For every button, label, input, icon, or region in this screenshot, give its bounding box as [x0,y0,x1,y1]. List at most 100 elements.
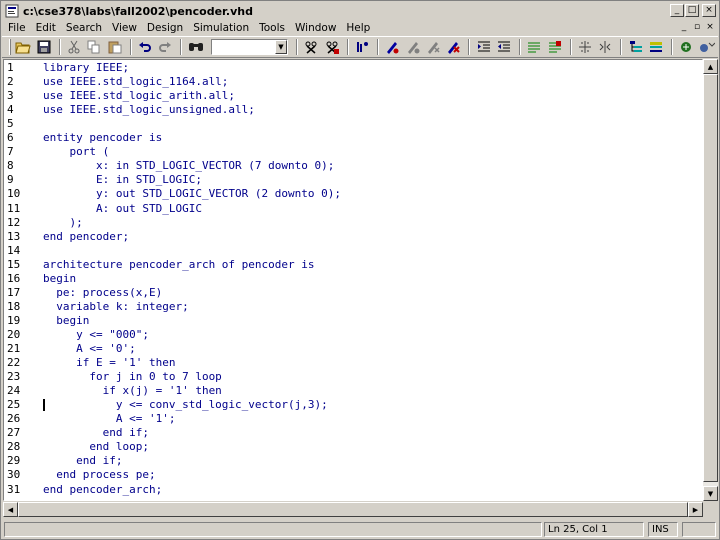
scroll-right-button[interactable]: ▶ [688,502,703,517]
menu-edit[interactable]: Edit [31,22,61,34]
code-line[interactable]: A <= '1'; [43,412,176,426]
code-line[interactable]: y <= "000"; [43,328,149,342]
status-bar: Ln 25, Col 1 INS [2,519,718,539]
compile-icon[interactable] [302,38,320,56]
code-line[interactable]: ); [43,216,82,230]
line-number: 1 [7,61,14,74]
maximize-button[interactable]: □ [685,4,699,17]
uncomment-icon[interactable] [545,38,563,56]
vertical-scroll-thumb[interactable] [703,74,718,482]
code-line[interactable]: use IEEE.std_logic_unsigned.all; [43,103,255,117]
cut-icon[interactable] [65,38,83,56]
toolbar-grip[interactable] [9,39,11,55]
outdent-icon[interactable] [495,38,513,56]
menu-search[interactable]: Search [61,22,107,34]
editor-window: c:\cse378\labs\fall2002\pencoder.vhd _ □… [0,0,720,540]
doc-restore-button[interactable]: ▫ [691,21,703,33]
run-icon[interactable] [677,38,695,56]
redo-icon[interactable] [156,38,174,56]
menu-file[interactable]: File [2,22,31,34]
code-line[interactable]: y <= conv_std_logic_vector(j,3); [43,398,328,412]
chevron-down-icon[interactable]: ▼ [274,40,287,54]
line-number: 10 [7,187,21,201]
save-icon[interactable] [34,38,52,56]
line-number: 27 [7,426,21,440]
code-line[interactable]: pe: process(x,E) [43,286,162,300]
code-line[interactable]: if E = '1' then [43,356,175,370]
code-line[interactable]: begin [43,272,76,286]
waveform-icon[interactable] [647,38,665,56]
menu-simulation[interactable]: Simulation [188,22,254,34]
menu-tools[interactable]: Tools [254,22,290,34]
step-icon[interactable] [697,38,715,56]
find-icon[interactable] [186,38,204,56]
doc-minimize-button[interactable]: _ [678,21,690,33]
code-line[interactable]: entity pencoder is [43,131,162,145]
merge-icon[interactable] [596,38,614,56]
undo-icon[interactable] [136,38,154,56]
scroll-up-button[interactable]: ▲ [703,59,718,74]
clear-breakpoint-icon[interactable] [424,38,442,56]
line-number: 19 [7,313,21,327]
vertical-scrollbar[interactable]: ▲ ▼ [703,59,718,501]
open-icon[interactable] [14,38,32,56]
code-line[interactable]: end process pe; [43,468,155,482]
code-line[interactable]: use IEEE.std_logic_1164.all; [43,75,228,89]
scroll-left-button[interactable]: ◀ [3,502,18,517]
code-line[interactable]: end pencoder_arch; [43,483,162,497]
scroll-down-button[interactable]: ▼ [703,486,718,501]
code-line[interactable]: end pencoder; [43,230,129,244]
search-combo[interactable]: ▼ [210,39,288,55]
paste-icon[interactable] [105,38,123,56]
code-line[interactable]: E: in STD_LOGIC; [43,173,202,187]
code-line[interactable]: end if; [43,454,122,468]
split-icon[interactable] [576,38,594,56]
line-number: 24 [7,384,21,398]
hierarchy-icon[interactable] [626,38,644,56]
code-line[interactable]: end if; [43,426,149,440]
analyze-icon[interactable] [353,38,371,56]
code-line[interactable]: for j in 0 to 7 loop [43,370,221,384]
code-line[interactable]: x: in STD_LOGIC_VECTOR (7 downto 0); [43,159,334,173]
line-number: 4 [7,103,14,117]
code-line[interactable]: end loop; [43,440,149,454]
line-number: 29 [7,454,21,468]
toggle-breakpoint-icon[interactable] [403,38,421,56]
status-extra-panel [682,522,716,537]
code-line[interactable]: use IEEE.std_logic_arith.all; [43,89,235,103]
menu-view[interactable]: View [107,22,142,34]
menu-design[interactable]: Design [142,22,188,34]
doc-close-button[interactable]: × [704,21,716,33]
window-title: c:\cse378\labs\fall2002\pencoder.vhd [23,4,253,18]
comment-icon[interactable] [525,38,543,56]
copy-icon[interactable] [85,38,103,56]
menu-window[interactable]: Window [290,22,341,34]
menu-help[interactable]: Help [341,22,375,34]
indent-icon[interactable] [474,38,492,56]
title-bar[interactable]: c:\cse378\labs\fall2002\pencoder.vhd _ □… [2,2,718,20]
delete-breakpoint-icon[interactable] [444,38,462,56]
horizontal-scrollbar[interactable]: ◀ ▶ [3,502,703,517]
line-number: 15 [7,257,21,271]
code-area[interactable]: library IEEE; use IEEE.std_logic_1164.all… [43,60,702,500]
set-breakpoint-icon[interactable] [383,38,401,56]
code-line[interactable]: begin [43,314,89,328]
code-line[interactable]: library IEEE; [43,61,129,75]
code-line[interactable]: if x(j) = '1' then [43,384,222,398]
status-message-panel [4,522,542,537]
cursor-position: Ln 25, Col 1 [544,522,644,537]
code-line[interactable]: A: out STD_LOGIC [43,202,202,216]
line-number: 28 [7,440,21,454]
toolbar: ▼ [2,36,718,58]
code-line[interactable]: y: out STD_LOGIC_VECTOR (2 downto 0); [43,187,341,201]
close-button[interactable]: × [702,4,716,17]
horizontal-scroll-thumb[interactable] [18,502,688,517]
code-editor[interactable]: 1 2 3 4 5 6 7 8 9 10 11 12 13 14 15 16 17 18 19 20 21 22 23 24 2… [3,59,703,501]
code-line[interactable]: A <= '0'; [43,342,136,356]
minimize-button[interactable]: _ [670,4,684,17]
code-line[interactable]: variable k: integer; [43,300,188,314]
line-number: 16 [7,271,21,285]
code-line[interactable]: port ( [43,145,109,159]
code-line[interactable]: architecture pencoder_arch of pencoder i… [43,258,315,272]
compile-all-icon[interactable] [322,38,340,56]
